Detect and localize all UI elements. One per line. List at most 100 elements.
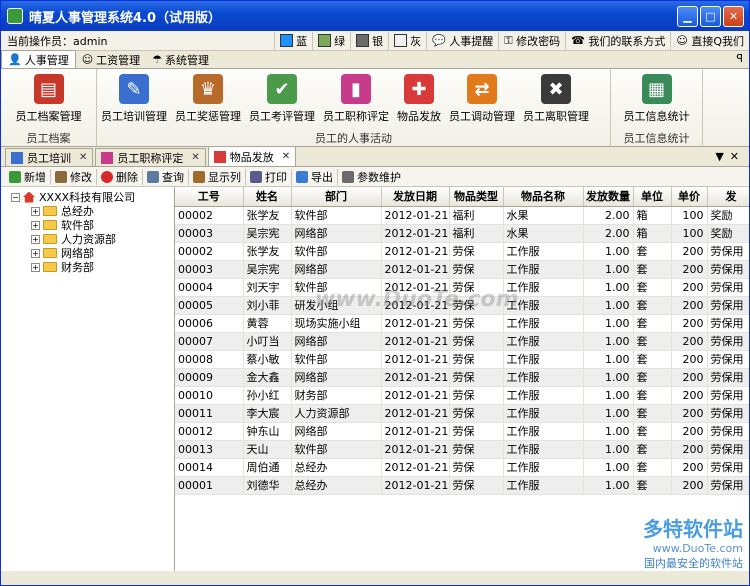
table-cell: 刘天宇 xyxy=(243,278,292,297)
department-tree: − XXXX科技有限公司 + 总经办 + 软件部 + 人力资源部 + 网络部 + 财务部 xyxy=(1,187,175,571)
table-cell: 套 xyxy=(633,296,672,315)
table-row[interactable]: 00007 小叮当 网络部 2012-01-21 劳保 工作服 1.00 套 200 劳保用 xyxy=(175,332,749,351)
close-button[interactable]: ✕ xyxy=(723,5,744,27)
tree-node[interactable]: + 软件部 xyxy=(1,218,174,232)
contact-button[interactable]: ☎ 我们的联系方式 xyxy=(565,31,670,50)
ribbon-group-label: 员工的人事活动 xyxy=(315,132,392,145)
theme-gray-button[interactable]: 灰 xyxy=(388,31,426,50)
column-header[interactable]: 部门 xyxy=(291,187,382,207)
theme-label: 绿 xyxy=(334,34,346,48)
close-icon[interactable]: ✕ xyxy=(191,152,199,163)
print-icon xyxy=(250,170,262,183)
table-cell: 1.00 xyxy=(583,314,634,333)
title-rating-button[interactable]: ▮ 员工职称评定 xyxy=(319,69,393,130)
tab-system-management[interactable]: ☂ 系统管理 xyxy=(146,51,215,68)
export-button[interactable]: 导出 xyxy=(292,168,338,185)
table-row[interactable]: 00012 钟东山 网络部 2012-01-21 劳保 工作服 1.00 套 200 劳保用 xyxy=(175,422,749,441)
delete-button[interactable]: 删除 xyxy=(97,168,143,185)
expand-icon[interactable]: + xyxy=(31,234,40,244)
company-icon xyxy=(23,191,35,203)
table-row[interactable]: 00002 张学友 软件部 2012-01-21 劳保 工作服 1.00 套 200 劳保用 xyxy=(175,242,749,261)
reminder-button[interactable]: 💬 人事提醒 xyxy=(426,31,498,50)
transfer-button[interactable]: ⇄ 员工调动管理 xyxy=(445,69,519,130)
table-cell: 套 xyxy=(633,242,672,261)
table-row[interactable]: 00001 刘德华 总经办 2012-01-21 劳保 工作服 1.00 套 200 劳保用 xyxy=(175,476,749,495)
table-row[interactable]: 00009 金大鑫 网络部 2012-01-21 劳保 工作服 1.00 套 200 劳保用 xyxy=(175,368,749,387)
column-header[interactable]: 单价 xyxy=(671,187,708,207)
doc-tab-title-rating[interactable]: 员工职称评定 ✕ xyxy=(95,148,206,166)
collapse-icon[interactable]: − xyxy=(11,192,20,202)
table-row[interactable]: 00004 刘天宇 软件部 2012-01-21 劳保 工作服 1.00 套 200 劳保用 xyxy=(175,278,749,297)
grid-toolbar: 新增 修改 删除 查询 显示列 打印 导出 参数维护 xyxy=(1,167,749,187)
table-row[interactable]: 00013 天山 软件部 2012-01-21 劳保 工作服 1.00 套 200 劳保用 xyxy=(175,440,749,459)
tree-node[interactable]: + 人力资源部 xyxy=(1,232,174,246)
table-row[interactable]: 00011 李大宸 人力资源部 2012-01-21 劳保 工作服 1.00 套 200 劳保用 xyxy=(175,404,749,423)
table-row[interactable]: 00010 孙小红 财务部 2012-01-21 劳保 工作服 1.00 套 200 劳保用 xyxy=(175,386,749,405)
expand-icon[interactable]: + xyxy=(31,206,40,216)
evaluation-button[interactable]: ✔ 员工考评管理 xyxy=(245,69,319,130)
dropdown-icon[interactable]: ▼ xyxy=(715,150,729,163)
table-cell: 00014 xyxy=(175,458,244,477)
search-button[interactable]: 查询 xyxy=(143,168,189,185)
doc-tab-training[interactable]: 员工培训 ✕ xyxy=(5,148,94,166)
item-issue-grid: 工号 姓名 部门 发放日期 物品类型 物品名称 发放数量 单位 单价 发 000… xyxy=(175,187,749,571)
title-bar[interactable]: 晴夏人事管理系统4.0（试用版） ▁ □ ✕ xyxy=(1,1,749,31)
table-cell: 1.00 xyxy=(583,296,634,315)
employee-archive-button[interactable]: ▤ 员工档案管理 xyxy=(12,69,86,130)
table-row[interactable]: 00003 吴宗宪 网络部 2012-01-21 劳保 工作服 1.00 套 200 劳保用 xyxy=(175,260,749,279)
column-header[interactable]: 单位 xyxy=(633,187,672,207)
column-header[interactable]: 姓名 xyxy=(243,187,292,207)
qq-button[interactable]: ☺ 直接Q我们 xyxy=(670,31,749,50)
rewards-button[interactable]: ♛ 员工奖惩管理 xyxy=(171,69,245,130)
pin-icon[interactable]: ꟼ xyxy=(736,52,743,65)
column-header[interactable]: 物品名称 xyxy=(503,187,584,207)
close-icon[interactable]: ✕ xyxy=(79,152,87,163)
minimize-button[interactable]: ▁ xyxy=(677,5,698,27)
table-row[interactable]: 00002 张学友 软件部 2012-01-21 福利 水果 2.00 箱 100 奖励 xyxy=(175,206,749,225)
column-header[interactable]: 工号 xyxy=(175,187,244,207)
tab-salary-management[interactable]: ☺ 工资管理 xyxy=(76,51,146,68)
table-row[interactable]: 00006 黄蓉 现场实施小组 2012-01-21 劳保 工作服 1.00 套 200 劳保用 xyxy=(175,314,749,333)
resignation-button[interactable]: ✖ 员工离职管理 xyxy=(519,69,593,130)
close-all-icon[interactable]: ✕ xyxy=(730,150,745,163)
tree-root[interactable]: − XXXX科技有限公司 xyxy=(1,190,174,204)
table-row[interactable]: 00003 吴宗宪 网络部 2012-01-21 福利 水果 2.00 箱 100 奖励 xyxy=(175,224,749,243)
theme-silver-button[interactable]: 银 xyxy=(350,31,388,50)
table-row[interactable]: 00008 蔡小敏 软件部 2012-01-21 劳保 工作服 1.00 套 200 劳保用 xyxy=(175,350,749,369)
column-header[interactable]: 物品类型 xyxy=(449,187,504,207)
close-icon[interactable]: ✕ xyxy=(282,151,290,162)
table-cell: 套 xyxy=(633,332,672,351)
tree-node[interactable]: + 总经办 xyxy=(1,204,174,218)
expand-icon[interactable]: + xyxy=(31,262,40,272)
tree-node[interactable]: + 财务部 xyxy=(1,260,174,274)
column-header[interactable]: 发放日期 xyxy=(381,187,450,207)
item-issue-button[interactable]: ✚ 物品发放 xyxy=(393,69,445,130)
doc-tab-item-issue[interactable]: 物品发放 ✕ xyxy=(207,146,297,166)
add-button[interactable]: 新增 xyxy=(5,168,51,185)
column-header[interactable]: 发 xyxy=(707,187,749,207)
tab-hr-management[interactable]: 👤 人事管理 xyxy=(1,50,76,68)
tree-node[interactable]: + 网络部 xyxy=(1,246,174,260)
print-button[interactable]: 打印 xyxy=(246,168,292,185)
expand-icon[interactable]: + xyxy=(31,248,40,258)
table-row[interactable]: 00014 周伯通 总经办 2012-01-21 劳保 工作服 1.00 套 200 劳保用 xyxy=(175,458,749,477)
add-icon xyxy=(9,170,21,183)
edit-button[interactable]: 修改 xyxy=(51,168,97,185)
table-cell: 箱 xyxy=(633,224,672,243)
columns-button[interactable]: 显示列 xyxy=(189,168,246,185)
theme-green-button[interactable]: 绿 xyxy=(312,31,350,50)
gray-swatch-icon xyxy=(394,34,408,47)
statistics-button[interactable]: ▦ 员工信息统计 xyxy=(620,69,694,130)
column-header[interactable]: 发放数量 xyxy=(583,187,634,207)
tab-controls[interactable]: ▼✕ xyxy=(715,150,745,163)
data-table: 工号 姓名 部门 发放日期 物品类型 物品名称 发放数量 单位 单价 发 000… xyxy=(175,187,749,495)
theme-blue-button[interactable]: 蓝 xyxy=(274,31,312,50)
expand-icon[interactable]: + xyxy=(31,220,40,230)
settings-button[interactable]: 参数维护 xyxy=(338,169,405,185)
training-button[interactable]: ✎ 员工培训管理 xyxy=(97,69,171,130)
table-cell: 2.00 xyxy=(583,206,634,225)
ribbon-label: 员工考评管理 xyxy=(249,110,315,123)
maximize-button[interactable]: □ xyxy=(700,5,721,27)
table-row[interactable]: 00005 刘小菲 研发小组 2012-01-21 劳保 工作服 1.00 套 200 劳保用 xyxy=(175,296,749,315)
change-password-button[interactable]: ⚿ 修改密码 xyxy=(498,31,565,50)
